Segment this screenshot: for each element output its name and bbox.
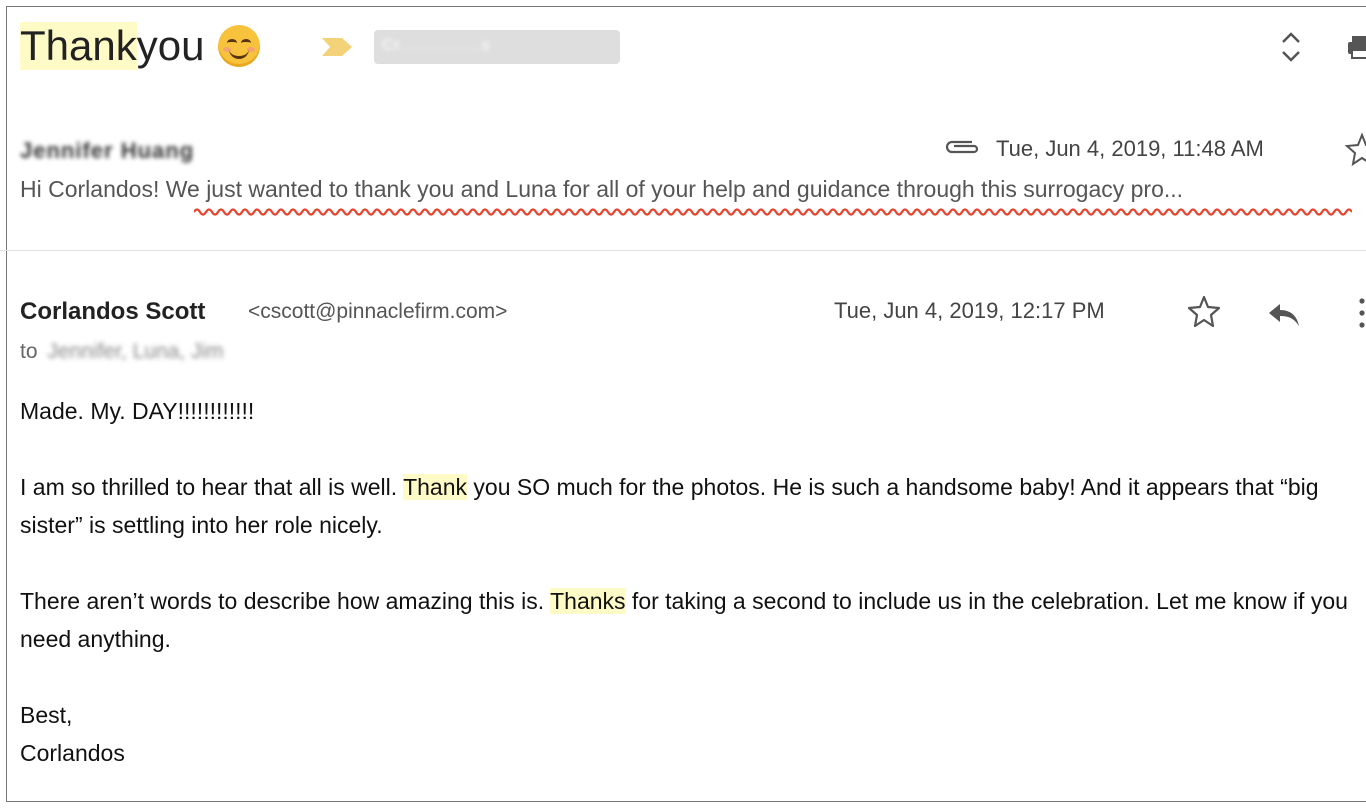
paperclip-icon [945,140,979,154]
spellcheck-underline [194,208,1352,216]
sender-name: Corlandos Scott [20,298,206,325]
body-line-1: Made. My. DAY!!!!!!!!!!!! [20,398,255,424]
body-text: I am so thrilled to hear that all is wel… [20,474,404,500]
expand-all-icon[interactable] [1278,28,1304,66]
body-text: There aren’t words to describe how amazi… [20,588,551,614]
print-icon[interactable] [1346,32,1366,62]
sender-email: <cscott@pinnaclefirm.com> [248,300,508,323]
reply-icon[interactable] [1266,300,1302,328]
message-divider [0,250,1366,251]
label-chip[interactable]: Cr...............s [374,30,620,64]
message-date: Tue, Jun 4, 2019, 12:17 PM [834,298,1105,323]
search-highlight: Thanks [550,588,626,614]
smiling-face-icon [218,25,261,67]
search-highlight: Thank [403,474,468,500]
to-recipients: Jennifer, Luna, Jim [47,340,224,363]
more-vertical-icon[interactable] [1356,296,1366,330]
collapsed-snippet: Hi Corlandos! We just wanted to thank yo… [20,176,1184,202]
recipients-row[interactable]: to Jennifer, Luna, Jim [20,340,224,364]
signoff: Best, [20,702,73,728]
label-chip-text: Cr...............s [382,37,491,54]
body-paragraph-3: There aren’t words to describe how amazi… [20,582,1360,658]
subject-text: you [136,22,205,69]
important-marker-icon[interactable] [320,36,354,58]
star-icon[interactable] [1344,132,1366,166]
star-icon[interactable] [1186,294,1222,330]
signature: Corlandos [20,740,125,766]
thread-subject: Thank you [20,22,261,70]
collapsed-sender: Jennifer Huang [20,138,195,163]
to-label: to [20,340,38,363]
subject-row: Thank you [20,18,261,74]
subject-highlight: Thank [20,22,137,70]
body-paragraph-2: I am so thrilled to hear that all is wel… [20,468,1360,544]
collapsed-date: Tue, Jun 4, 2019, 11:48 AM [996,136,1264,161]
message-body: Made. My. DAY!!!!!!!!!!!! I am so thrill… [20,392,1360,772]
